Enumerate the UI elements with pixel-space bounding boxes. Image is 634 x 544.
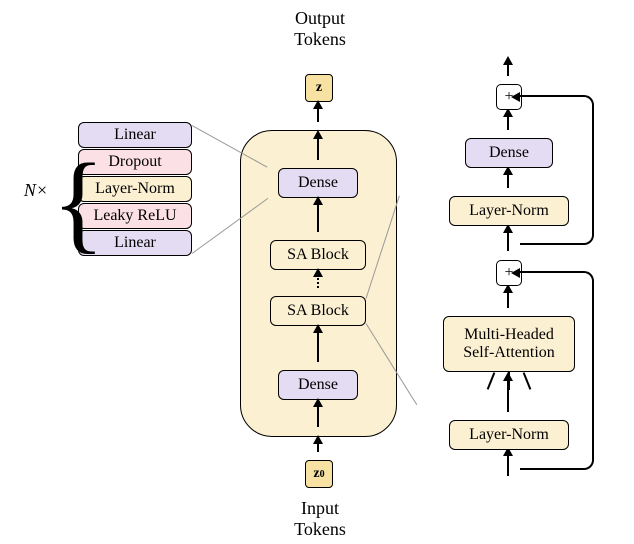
center-dense-bottom: Dense — [278, 370, 358, 400]
residual-lower — [520, 271, 594, 470]
nx-brace: { — [52, 158, 105, 246]
center-sa-block-top: SA Block — [270, 240, 366, 270]
z0-input-token: z0 — [305, 460, 333, 488]
input-tokens-label: Input Tokens — [260, 498, 380, 540]
mhsa-branch-left — [487, 372, 496, 389]
output-tokens-label: Output Tokens — [260, 8, 380, 50]
center-sa-block-bottom: SA Block — [270, 296, 366, 326]
center-dense-top: Dense — [278, 168, 358, 198]
z0-sub: 0 — [320, 469, 325, 480]
mhsa-branch-mid — [508, 372, 510, 390]
residual-upper — [520, 95, 594, 245]
nx-label: N× — [18, 180, 54, 201]
z-output-token: z — [305, 74, 333, 102]
z-glyph: z — [316, 80, 322, 96]
